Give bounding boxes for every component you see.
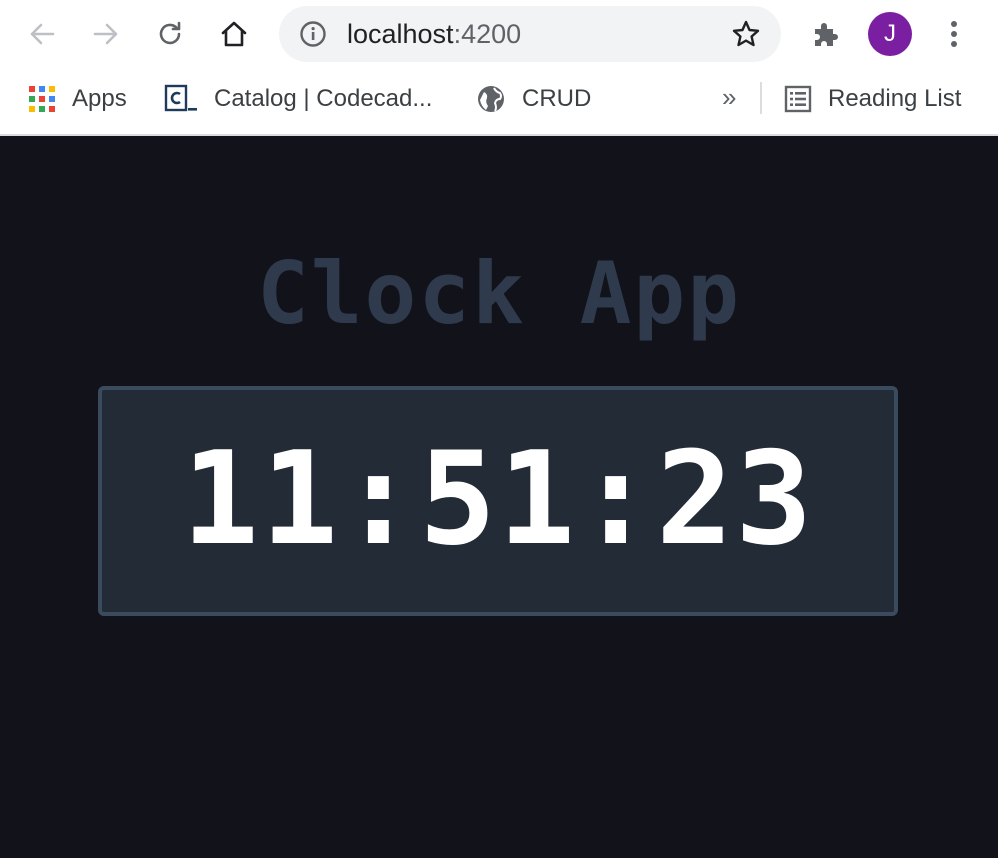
bookmarks-divider: [760, 82, 762, 114]
bookmark-apps[interactable]: Apps: [28, 82, 127, 116]
apps-grid-icon: [29, 86, 55, 112]
reading-list-label: Reading List: [828, 85, 962, 112]
bookmark-label: CRUD: [522, 85, 592, 112]
codecademy-icon: [164, 84, 197, 112]
profile-avatar[interactable]: J: [868, 12, 912, 56]
url-host: localhost: [347, 19, 454, 49]
info-icon[interactable]: [299, 20, 327, 48]
arrow-left-icon: [30, 23, 55, 45]
url-port: :4200: [453, 19, 522, 49]
forward-button[interactable]: [86, 14, 126, 54]
more-vert-icon: [951, 21, 957, 47]
bookmark-catalog[interactable]: Catalog | Codecad...: [164, 82, 432, 116]
url-text[interactable]: localhost:4200: [347, 20, 521, 48]
clock-time: 11:51:23: [181, 425, 815, 574]
arrow-right-icon: [93, 23, 118, 45]
page-content: Clock App 11:51:23: [0, 136, 998, 858]
reload-icon: [159, 21, 181, 45]
page-title: Clock App: [257, 244, 741, 344]
bookmark-label: Catalog | Codecad...: [214, 85, 433, 112]
home-button[interactable]: [214, 14, 254, 54]
back-button[interactable]: [22, 14, 62, 54]
extensions-button[interactable]: [806, 14, 846, 54]
puzzle-icon: [815, 23, 838, 46]
reading-list-button[interactable]: Reading List: [784, 82, 961, 116]
bookmark-label: Apps: [72, 85, 127, 112]
bookmarks-bar: Apps Catalog | Codecad... CRUD » Reading…: [0, 68, 998, 136]
home-icon: [221, 21, 247, 47]
reading-list-icon: [784, 85, 812, 113]
bookmark-crud[interactable]: CRUD: [476, 82, 591, 116]
bookmarks-overflow-button[interactable]: »: [722, 82, 736, 112]
clock-display: 11:51:23: [98, 386, 898, 616]
address-bar[interactable]: localhost:4200: [279, 6, 781, 62]
browser-toolbar: localhost:4200 J: [0, 0, 998, 68]
reload-button[interactable]: [150, 14, 190, 54]
bookmark-star-icon[interactable]: [731, 19, 761, 49]
menu-button[interactable]: [934, 14, 974, 54]
globe-icon: [478, 86, 504, 112]
